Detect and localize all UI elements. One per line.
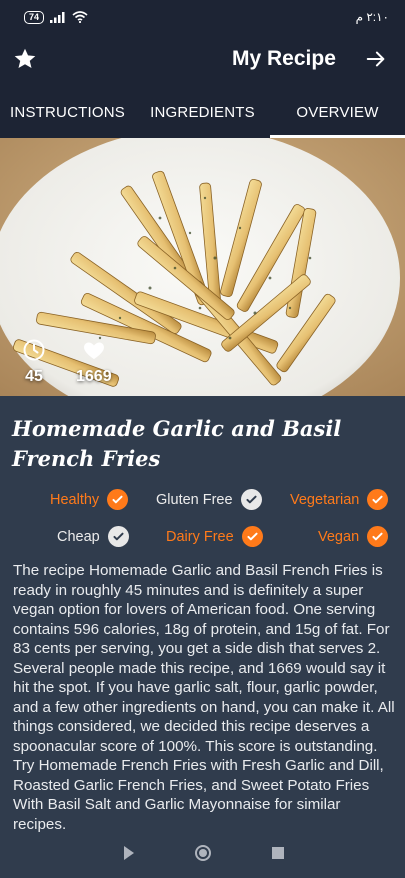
ready-minutes: 45 (25, 368, 43, 385)
back-icon[interactable] (119, 844, 137, 862)
signal-icon (50, 12, 65, 23)
tab-overview[interactable]: OVERVIEW (270, 86, 405, 138)
likes-stat: 1669 (76, 338, 112, 386)
likes-count: 1669 (76, 368, 112, 385)
heart-icon (83, 342, 104, 359)
french-fries-illustration (0, 138, 405, 396)
check-icon (107, 526, 129, 547)
tag-gluten-free: Gluten Free (156, 489, 262, 510)
check-icon (367, 489, 389, 510)
check-icon (240, 489, 262, 510)
check-icon (367, 526, 389, 547)
clock-time: ٢:١٠ م (355, 10, 389, 24)
next-button[interactable] (365, 48, 387, 70)
tag-cheap: Cheap (57, 526, 129, 547)
tag-label: Healthy (50, 491, 100, 508)
check-icon (107, 489, 129, 510)
tab-ingredients[interactable]: INGREDIENTS (135, 86, 270, 138)
check-icon (241, 526, 263, 547)
clock-icon (23, 339, 45, 361)
recipe-image (0, 138, 405, 396)
wifi-icon (72, 11, 88, 23)
recipe-summary: The recipe Homemade Garlic and Basil Fre… (13, 562, 395, 833)
system-nav-bar (0, 836, 405, 870)
tag-label: Vegetarian (290, 491, 360, 508)
tag-label: Cheap (57, 528, 100, 545)
tab-instructions[interactable]: INSTRUCTIONS (0, 86, 135, 138)
page-title: My Recipe (232, 47, 336, 70)
recipe-title: Homemade Garlic and Basil French Fries (12, 416, 342, 471)
star-icon (14, 48, 36, 68)
tag-label: Vegan (318, 528, 360, 545)
ready-time-stat: 45 (22, 338, 46, 386)
battery-indicator: 74 (24, 10, 45, 24)
status-indicators: 74 (24, 10, 88, 24)
overview-panel: Homemade Garlic and Basil French Fries H… (0, 396, 405, 878)
status-bar: 74 ٢:١٠ م (0, 0, 405, 34)
home-icon[interactable] (194, 844, 212, 862)
recents-icon[interactable] (269, 844, 287, 862)
favorite-button[interactable] (12, 46, 38, 72)
tag-vegan: Vegan (318, 526, 389, 547)
tab-bar: INSTRUCTIONS INGREDIENTS OVERVIEW (0, 86, 405, 138)
tag-label: Dairy Free (166, 528, 234, 545)
arrow-right-icon (366, 51, 385, 67)
tag-dairy-free: Dairy Free (166, 526, 263, 547)
tag-healthy: Healthy (50, 489, 129, 510)
tag-label: Gluten Free (156, 491, 233, 508)
app-bar: My Recipe (0, 34, 405, 86)
tag-vegetarian: Vegetarian (290, 489, 389, 510)
